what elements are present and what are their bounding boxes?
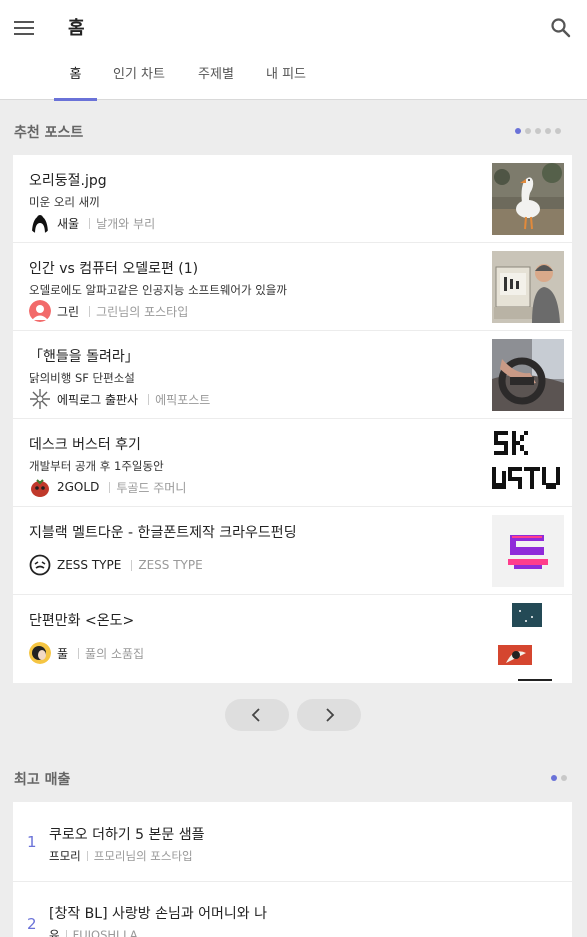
tab-label: 홈 xyxy=(69,67,82,82)
page-dot[interactable] xyxy=(555,128,561,134)
magazine-name: 날개와 부리 xyxy=(96,216,156,231)
post-title: 데스크 버스터 후기 xyxy=(29,437,141,453)
post-thumbnail xyxy=(492,427,564,499)
post-title: 쿠로오 더하기 5 본문 샘플 xyxy=(49,827,205,843)
magazine-name: ZESS TYPE xyxy=(138,558,203,572)
page-title: 홈 xyxy=(68,18,85,39)
post-meta: 프모리 프모리님의 포스타입 xyxy=(49,848,193,864)
post-subtitle: 닭의비행 SF 단편소설 xyxy=(29,371,135,385)
page-dot-active[interactable] xyxy=(515,128,521,134)
tab-home[interactable]: 홈 xyxy=(54,56,97,101)
tab-label: 내 피드 xyxy=(265,67,306,82)
magazine-name: 풀의 소품집 xyxy=(85,646,145,661)
post-title: 「핸들을 돌려라」 xyxy=(29,349,139,365)
author-avatar xyxy=(29,300,51,322)
search-icon[interactable] xyxy=(549,16,573,40)
best-seller-list: 1 쿠로오 더하기 5 본문 샘플 프모리 프모리님의 포스타입 2 [창작 B… xyxy=(13,802,572,937)
divider xyxy=(89,305,91,317)
magazine-name: 그린님의 포스타입 xyxy=(96,304,189,319)
section-title-recommended: 추천 포스트 xyxy=(14,125,84,141)
post-item[interactable]: 「핸들을 돌려라」 닭의비행 SF 단편소설 에픽로그 출판사 에픽포스트 xyxy=(13,331,572,419)
post-title: 지블랙 멜트다운 - 한글폰트제작 크라우드펀딩 xyxy=(29,525,297,541)
author-name: ZESS TYPE xyxy=(57,558,122,572)
magazine-name: 프모리님의 포스타입 xyxy=(93,849,193,863)
post-subtitle: 개발부터 공개 후 1주일동안 xyxy=(29,459,164,473)
post-title: 오리둥절.jpg xyxy=(29,173,107,189)
divider xyxy=(131,559,133,571)
magazine-name: 투골드 주머니 xyxy=(116,480,187,495)
tab-label: 인기 차트 xyxy=(113,67,165,82)
author-avatar xyxy=(29,212,51,234)
app-bar: 홈 홈 인기 차트 주제별 내 피드 xyxy=(0,0,587,101)
author-avatar xyxy=(29,642,51,664)
next-page-button[interactable] xyxy=(297,699,361,731)
post-title: 단편만화 <온도> xyxy=(29,613,135,629)
post-meta: 풀 풀의 소품집 xyxy=(29,642,144,664)
post-item[interactable]: 지블랙 멜트다운 - 한글폰트제작 크라우드펀딩 ZESS TYPE ZESS … xyxy=(13,507,572,595)
post-title: [창작 BL] 사랑방 손님과 어머니와 나 xyxy=(49,906,268,922)
post-subtitle: 오델로에도 알파고같은 인공지능 소프트웨어가 있을까 xyxy=(29,283,287,297)
page-dot-active[interactable] xyxy=(551,775,557,781)
post-meta: 2GOLD 투골드 주머니 xyxy=(29,476,186,498)
magazine-name: FUJOSHI LA xyxy=(72,928,138,937)
author-name: 에픽로그 출판사 xyxy=(57,392,139,407)
post-item[interactable]: 인간 vs 컴퓨터 오델로편 (1) 오델로에도 알파고같은 인공지능 소프트웨… xyxy=(13,243,572,331)
tab-topics[interactable]: 주제별 xyxy=(189,56,243,100)
post-meta: 유 FUJOSHI LA xyxy=(49,927,138,937)
author-name: 풀 xyxy=(57,646,69,661)
divider xyxy=(65,930,67,937)
best-seller-item[interactable]: 1 쿠로오 더하기 5 본문 샘플 프모리 프모리님의 포스타입 xyxy=(13,802,572,882)
post-subtitle: 미운 오리 새끼 xyxy=(29,195,100,209)
post-item[interactable]: 단편만화 <온도> 풀 풀의 소품집 xyxy=(13,595,572,683)
author-name: 2GOLD xyxy=(57,480,100,494)
section-title-best-sellers: 최고 매출 xyxy=(14,772,71,788)
divider xyxy=(148,393,150,405)
author-name: 유 xyxy=(49,928,60,937)
post-meta: ZESS TYPE ZESS TYPE xyxy=(29,554,203,576)
post-meta: 에픽로그 출판사 에픽포스트 xyxy=(29,388,210,410)
page-dot[interactable] xyxy=(561,775,567,781)
post-meta: 새울 날개와 부리 xyxy=(29,212,155,234)
post-thumbnail xyxy=(492,251,564,323)
recommended-post-list: 오리둥절.jpg 미운 오리 새끼 새울 날개와 부리 인간 vs 컴퓨터 오델… xyxy=(13,155,572,683)
divider xyxy=(89,217,91,229)
author-name: 그린 xyxy=(57,304,80,319)
tab-popular-chart[interactable]: 인기 차트 xyxy=(104,56,174,100)
tab-bar: 홈 인기 차트 주제별 내 피드 xyxy=(0,56,587,101)
rank-number: 1 xyxy=(27,833,37,851)
chevron-right-icon xyxy=(326,708,335,722)
carousel-page-dots xyxy=(515,128,561,134)
divider xyxy=(109,481,111,493)
post-title: 인간 vs 컴퓨터 오델로편 (1) xyxy=(29,261,199,277)
carousel-page-dots xyxy=(551,775,567,781)
divider xyxy=(78,647,80,659)
chevron-left-icon xyxy=(251,708,260,722)
page-dot[interactable] xyxy=(545,128,551,134)
post-thumbnail xyxy=(492,339,564,411)
prev-page-button[interactable] xyxy=(225,699,289,731)
rank-number: 2 xyxy=(27,915,37,933)
author-name: 프모리 xyxy=(49,849,81,863)
author-name: 새울 xyxy=(57,216,80,231)
post-thumbnail xyxy=(492,601,564,683)
post-item[interactable]: 데스크 버스터 후기 개발부터 공개 후 1주일동안 2GOLD 투골드 주머니 xyxy=(13,419,572,507)
post-meta: 그린 그린님의 포스타입 xyxy=(29,300,188,322)
page-dot[interactable] xyxy=(535,128,541,134)
active-tab-indicator xyxy=(54,98,97,101)
author-avatar xyxy=(29,388,51,410)
page-dot[interactable] xyxy=(525,128,531,134)
tab-my-feed[interactable]: 내 피드 xyxy=(257,56,315,100)
hamburger-menu-icon[interactable] xyxy=(14,18,36,38)
divider xyxy=(86,851,88,861)
author-avatar xyxy=(29,476,51,498)
magazine-name: 에픽포스트 xyxy=(155,392,211,407)
best-seller-item[interactable]: 2 [창작 BL] 사랑방 손님과 어머니와 나 유 FUJOSHI LA xyxy=(13,882,572,937)
post-thumbnail xyxy=(492,163,564,235)
post-thumbnail xyxy=(492,515,564,587)
post-item[interactable]: 오리둥절.jpg 미운 오리 새끼 새울 날개와 부리 xyxy=(13,155,572,243)
tab-label: 주제별 xyxy=(198,67,234,82)
author-avatar xyxy=(29,554,51,576)
